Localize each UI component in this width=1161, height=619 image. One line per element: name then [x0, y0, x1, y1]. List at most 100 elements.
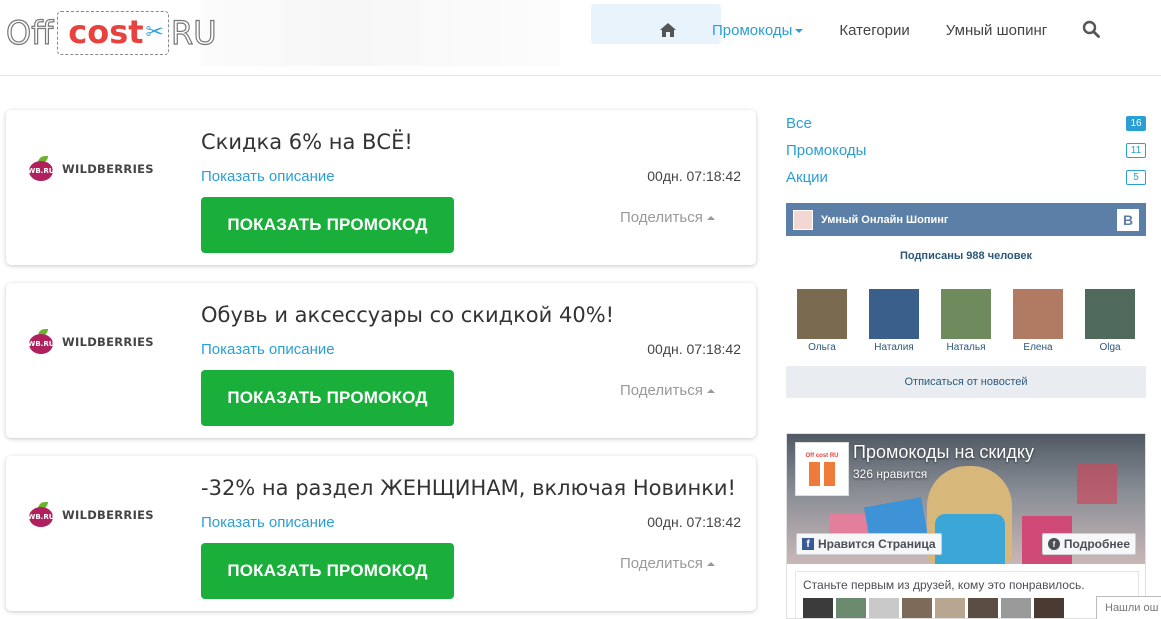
caret-up-icon	[706, 562, 715, 567]
coupon-timer: 00дн. 07:18:42	[647, 168, 741, 184]
show-description-link[interactable]: Показать описание	[201, 514, 335, 531]
vk-widget-header[interactable]: Умный Онлайн Шопинг B	[786, 203, 1146, 236]
avatar[interactable]	[869, 598, 899, 618]
vk-community-widget: Умный Онлайн Шопинг B Подписаны 988 чело…	[786, 203, 1146, 418]
avatar	[1085, 289, 1135, 339]
vk-logo-icon: B	[1117, 209, 1139, 231]
gift-icon	[809, 461, 835, 486]
avatar[interactable]	[803, 598, 833, 618]
category-item-promocodes[interactable]: Промокоды 11	[786, 137, 1146, 164]
share-button[interactable]: Поделиться	[620, 209, 715, 226]
nav-item-promocodes[interactable]: Промокоды	[712, 22, 804, 39]
main-nav: Промокоды Категории Умный шопинг	[658, 18, 1102, 42]
caret-up-icon	[706, 216, 715, 221]
vk-member[interactable]: Ольга	[796, 289, 848, 353]
logo-cost-box: cost ✂	[57, 11, 169, 55]
show-description-link[interactable]: Показать описание	[201, 341, 335, 358]
caret-up-icon	[706, 389, 715, 394]
brand-logo[interactable]: WB.RU WILDBERRIES	[28, 156, 154, 182]
coupon-timer: 00дн. 07:18:42	[647, 514, 741, 530]
category-count-badge: 11	[1126, 143, 1146, 158]
chevron-down-icon	[795, 28, 804, 33]
logo-off: Off	[5, 13, 54, 52]
category-item-actions[interactable]: Акции 5	[786, 164, 1146, 191]
facebook-page-widget: Off cost RU Промокоды на скидку 326 нрав…	[786, 433, 1146, 619]
fb-friends-section: Станьте первым из друзей, кому это понра…	[795, 571, 1139, 618]
logo-cost: cost	[68, 13, 144, 51]
scissors-icon: ✂	[145, 19, 164, 44]
brand-badge-text: WB.RU	[28, 161, 54, 181]
vk-group-title: Умный Онлайн Шопинг	[821, 213, 949, 226]
category-count-badge: 16	[1126, 116, 1146, 131]
coupon-timer: 00дн. 07:18:42	[647, 341, 741, 357]
facebook-icon: f	[802, 538, 814, 550]
nav-item-categories[interactable]: Категории	[839, 22, 909, 39]
vk-member[interactable]: Наталия	[868, 289, 920, 353]
vk-member-name: Ольга	[808, 342, 836, 353]
avatar	[797, 289, 847, 339]
fb-like-page-button[interactable]: f Нравится Страница	[796, 533, 942, 555]
share-button[interactable]: Поделиться	[620, 555, 715, 572]
avatar	[941, 289, 991, 339]
coupon-title: -32% на раздел ЖЕНЩИНАМ, включая Новинки…	[201, 476, 736, 500]
coupon-card: WB.RU WILDBERRIES -32% на раздел ЖЕНЩИНА…	[6, 456, 756, 611]
fb-more-button[interactable]: f Подробнее	[1041, 533, 1136, 555]
wildberries-icon: WB.RU	[28, 502, 56, 528]
brand-badge-text: WB.RU	[28, 507, 54, 527]
vk-unsubscribe-button[interactable]: Отписаться от новостей	[786, 366, 1146, 398]
fb-page-name[interactable]: Промокоды на скидку	[853, 442, 1034, 463]
fb-more-label: Подробнее	[1063, 537, 1130, 551]
coupon-card: WB.RU WILDBERRIES Обувь и аксессуары со …	[6, 283, 756, 438]
site-header: Off cost ✂ RU Промокоды Категории Умный …	[0, 0, 1161, 76]
show-description-link[interactable]: Показать описание	[201, 168, 335, 185]
vk-subscribers-count: Подписаны 988 человек	[899, 250, 1033, 262]
report-error-popup[interactable]: Нашли ош	[1096, 596, 1161, 619]
brand-logo[interactable]: WB.RU WILDBERRIES	[28, 329, 154, 355]
show-promocode-button[interactable]: ПОКАЗАТЬ ПРОМОКОД	[201, 370, 454, 426]
header-banner-faded	[200, 0, 560, 66]
nav-item-smart-shopping[interactable]: Умный шопинг	[946, 22, 1047, 39]
brand-logo[interactable]: WB.RU WILDBERRIES	[28, 502, 154, 528]
share-label: Поделиться	[620, 382, 703, 399]
search-icon[interactable]	[1082, 20, 1102, 40]
vk-member-name: Olga	[1099, 342, 1121, 353]
coupon-title: Скидка 6% на ВСЁ!	[201, 130, 413, 154]
category-label: Акции	[786, 169, 828, 186]
vk-member[interactable]: Елена	[1012, 289, 1064, 353]
home-icon[interactable]	[658, 20, 678, 40]
vk-members-list: Ольга Наталия Наталья Елена Olga	[786, 289, 1146, 353]
brand-badge-text: WB.RU	[28, 334, 54, 354]
site-logo[interactable]: Off cost ✂ RU	[5, 10, 217, 56]
vk-member[interactable]: Olga	[1084, 289, 1136, 353]
fb-like-label: Нравится Страница	[818, 537, 936, 551]
show-promocode-button[interactable]: ПОКАЗАТЬ ПРОМОКОД	[201, 197, 454, 253]
brand-name: WILDBERRIES	[62, 335, 154, 349]
vk-member-name: Елена	[1023, 342, 1053, 353]
fb-friends-text: Станьте первым из друзей, кому это понра…	[803, 578, 1085, 592]
category-filter: Все 16 Промокоды 11 Акции 5	[786, 110, 1146, 191]
vk-member[interactable]: Наталья	[940, 289, 992, 353]
share-button[interactable]: Поделиться	[620, 382, 715, 399]
avatar[interactable]	[1034, 598, 1064, 618]
wildberries-icon: WB.RU	[28, 156, 56, 182]
vk-member-name: Наталия	[874, 342, 914, 353]
category-count-badge: 5	[1126, 170, 1146, 185]
avatar	[1013, 289, 1063, 339]
avatar[interactable]	[1001, 598, 1031, 618]
brand-name: WILDBERRIES	[62, 162, 154, 176]
avatar	[869, 289, 919, 339]
avatar[interactable]	[968, 598, 998, 618]
avatar[interactable]	[935, 598, 965, 618]
show-promocode-button[interactable]: ПОКАЗАТЬ ПРОМОКОД	[201, 543, 454, 599]
category-item-all[interactable]: Все 16	[786, 110, 1146, 137]
wildberries-icon: WB.RU	[28, 329, 56, 355]
coupon-card: WB.RU WILDBERRIES Скидка 6% на ВСЁ! Пока…	[6, 110, 756, 265]
vk-member-name: Наталья	[946, 342, 986, 353]
fb-page-avatar[interactable]: Off cost RU	[795, 442, 849, 496]
avatar[interactable]	[902, 598, 932, 618]
share-label: Поделиться	[620, 555, 703, 572]
avatar[interactable]	[836, 598, 866, 618]
coupon-title: Обувь и аксессуары со скидкой 40%!	[201, 303, 615, 327]
category-label: Промокоды	[786, 142, 867, 159]
share-label: Поделиться	[620, 209, 703, 226]
